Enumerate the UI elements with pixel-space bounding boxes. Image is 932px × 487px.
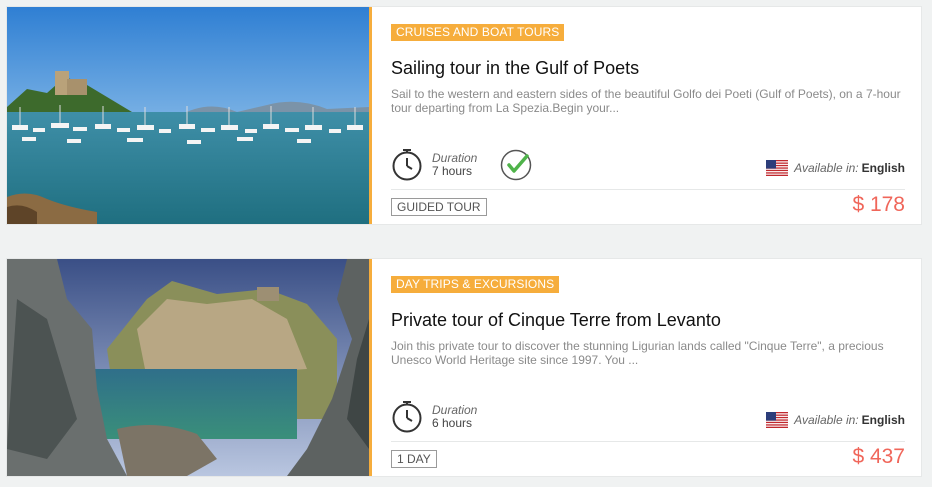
- clock-icon: [392, 149, 422, 181]
- available-language: English: [861, 161, 905, 175]
- tour-card[interactable]: CRUISES AND BOAT TOURS Sailing tour in t…: [6, 6, 922, 225]
- available-label: Available in:: [794, 413, 859, 427]
- tour-title[interactable]: Sailing tour in the Gulf of Poets: [391, 58, 639, 79]
- tour-details: CRUISES AND BOAT TOURS Sailing tour in t…: [391, 7, 905, 224]
- tour-price[interactable]: $ 178: [852, 193, 905, 217]
- tour-title[interactable]: Private tour of Cinque Terre from Levant…: [391, 310, 721, 331]
- category-badge[interactable]: CRUISES AND BOAT TOURS: [391, 24, 565, 41]
- accent-bar: [369, 259, 372, 476]
- tour-tag: 1 DAY: [391, 450, 437, 468]
- tour-details: DAY TRIPS & EXCURSIONS Private tour of C…: [391, 259, 905, 476]
- language-availability: Available in: English: [766, 160, 905, 176]
- accent-bar: [369, 7, 372, 224]
- duration-info: Duration 6 hours: [391, 399, 511, 435]
- tour-card[interactable]: DAY TRIPS & EXCURSIONS Private tour of C…: [6, 258, 922, 477]
- tour-image-coast[interactable]: [7, 259, 369, 476]
- duration-value: 7 hours: [432, 164, 473, 178]
- tour-tag: GUIDED TOUR: [391, 198, 487, 216]
- tour-price[interactable]: $ 437: [852, 445, 905, 469]
- divider: [391, 189, 905, 190]
- checkmark-circle-icon: [500, 149, 532, 181]
- tour-description: Sail to the western and eastern sides of…: [391, 87, 901, 115]
- us-flag-icon: [766, 412, 789, 428]
- language-availability: Available in: English: [766, 412, 905, 428]
- clock-icon: [392, 401, 422, 433]
- category-badge[interactable]: DAY TRIPS & EXCURSIONS: [391, 276, 560, 293]
- duration-info: Duration 7 hours: [391, 147, 511, 183]
- tour-image-harbor[interactable]: [7, 7, 369, 224]
- tour-description: Join this private tour to discover the s…: [391, 339, 884, 367]
- available-language: English: [861, 413, 905, 427]
- us-flag-icon: [766, 160, 789, 176]
- divider: [391, 441, 905, 442]
- duration-label: Duration: [432, 403, 478, 417]
- duration-label: Duration: [432, 151, 478, 165]
- duration-value: 6 hours: [432, 416, 473, 430]
- available-label: Available in:: [794, 161, 859, 175]
